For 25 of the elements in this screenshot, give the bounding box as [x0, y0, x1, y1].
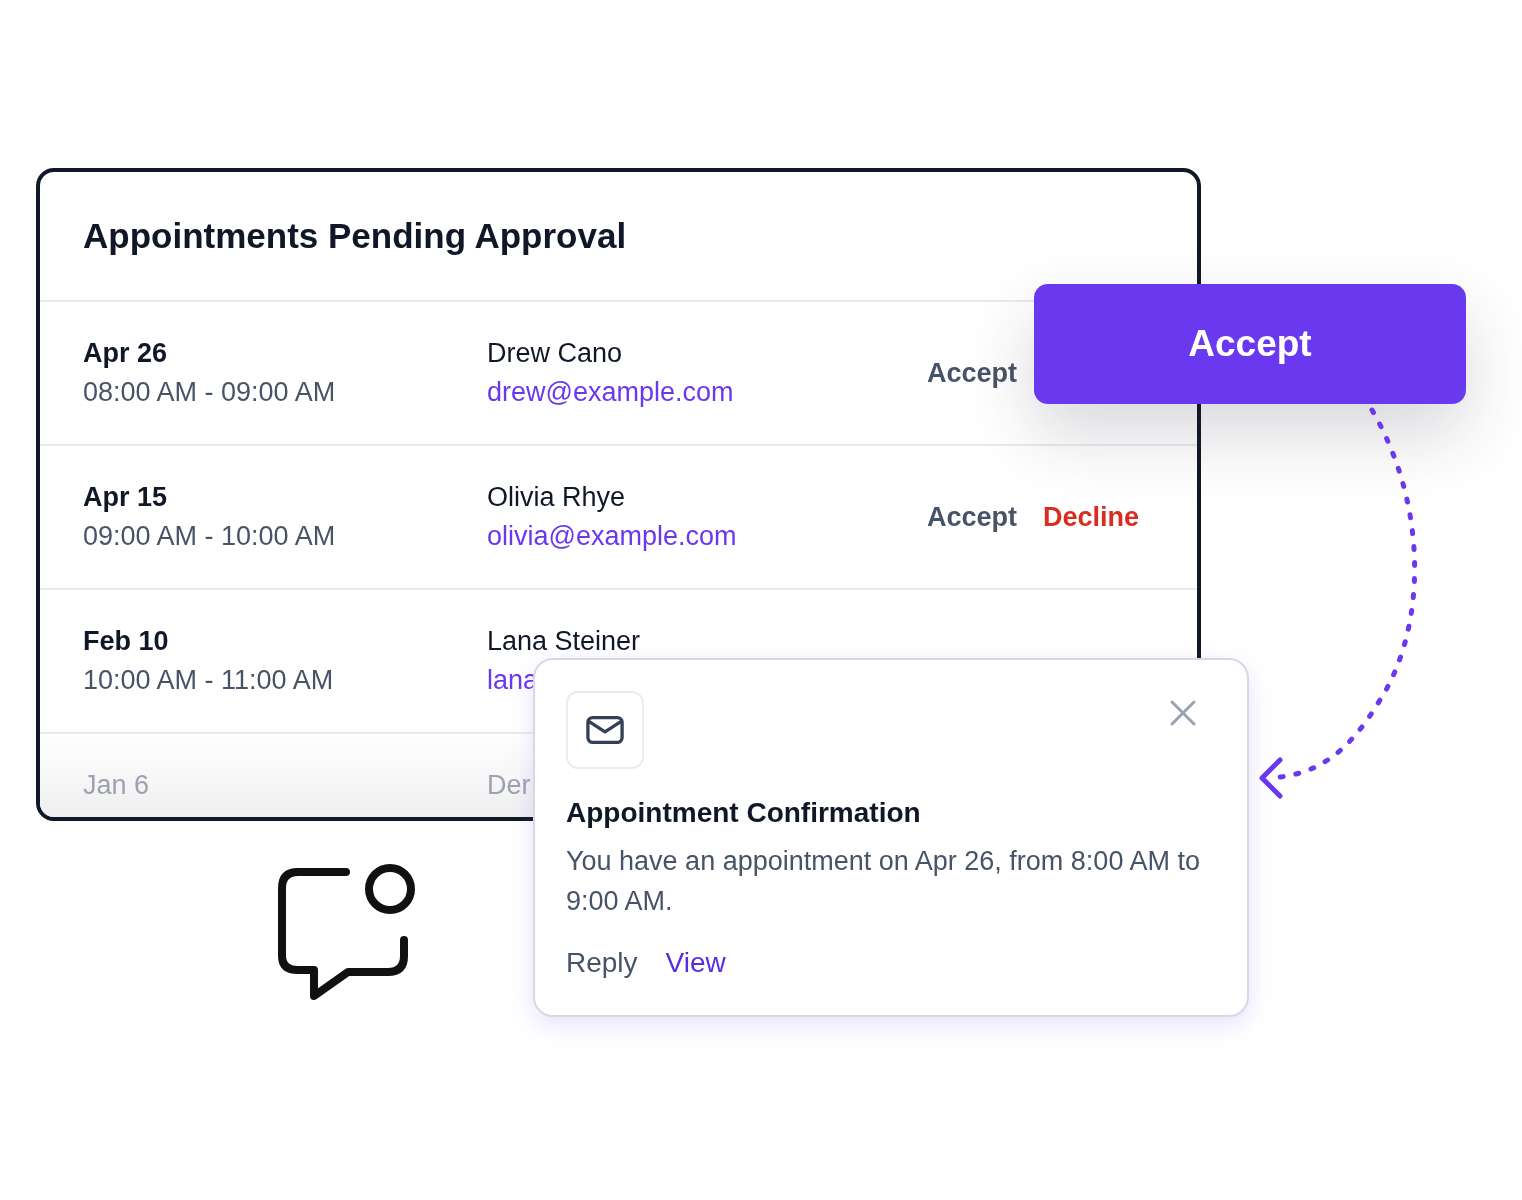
appointment-date: Apr 26: [83, 338, 169, 369]
appointment-time: 09:00 AM - 10:00 AM: [83, 521, 337, 552]
person-name: Der: [487, 770, 532, 801]
email-link[interactable]: drew@example.com: [487, 377, 927, 408]
appointment-date: Apr 15: [83, 482, 169, 513]
decline-link[interactable]: Decline: [1043, 501, 1140, 533]
notification-title: Appointment Confirmation: [566, 797, 922, 829]
accept-link[interactable]: Accept: [927, 501, 1018, 533]
accept-link[interactable]: Accept: [927, 357, 1018, 389]
appointment-time: 08:00 AM - 09:00 AM: [83, 377, 337, 408]
panel-title: Appointments Pending Approval: [83, 216, 627, 256]
chat-bubble-icon: [278, 862, 418, 1002]
appointment-date: Jan 6: [83, 770, 151, 801]
email-link[interactable]: olivia@example.com: [487, 521, 927, 552]
appointment-date: Feb 10: [83, 626, 170, 657]
accept-button[interactable]: Accept: [1034, 284, 1466, 404]
person-name: Lana Steiner: [487, 626, 642, 657]
reply-link[interactable]: Reply: [566, 947, 638, 979]
mail-icon: [566, 691, 644, 769]
person-name: Olivia Rhye: [487, 482, 627, 513]
appointment-time: 10:00 AM - 11:00 AM: [83, 665, 335, 696]
close-icon[interactable]: [1169, 699, 1197, 727]
person-name: Drew Cano: [487, 338, 624, 369]
notification-message: You have an appointment on Apr 26, from 8:00 AM to 9:00 AM.: [566, 845, 1201, 918]
view-link[interactable]: View: [665, 947, 726, 979]
